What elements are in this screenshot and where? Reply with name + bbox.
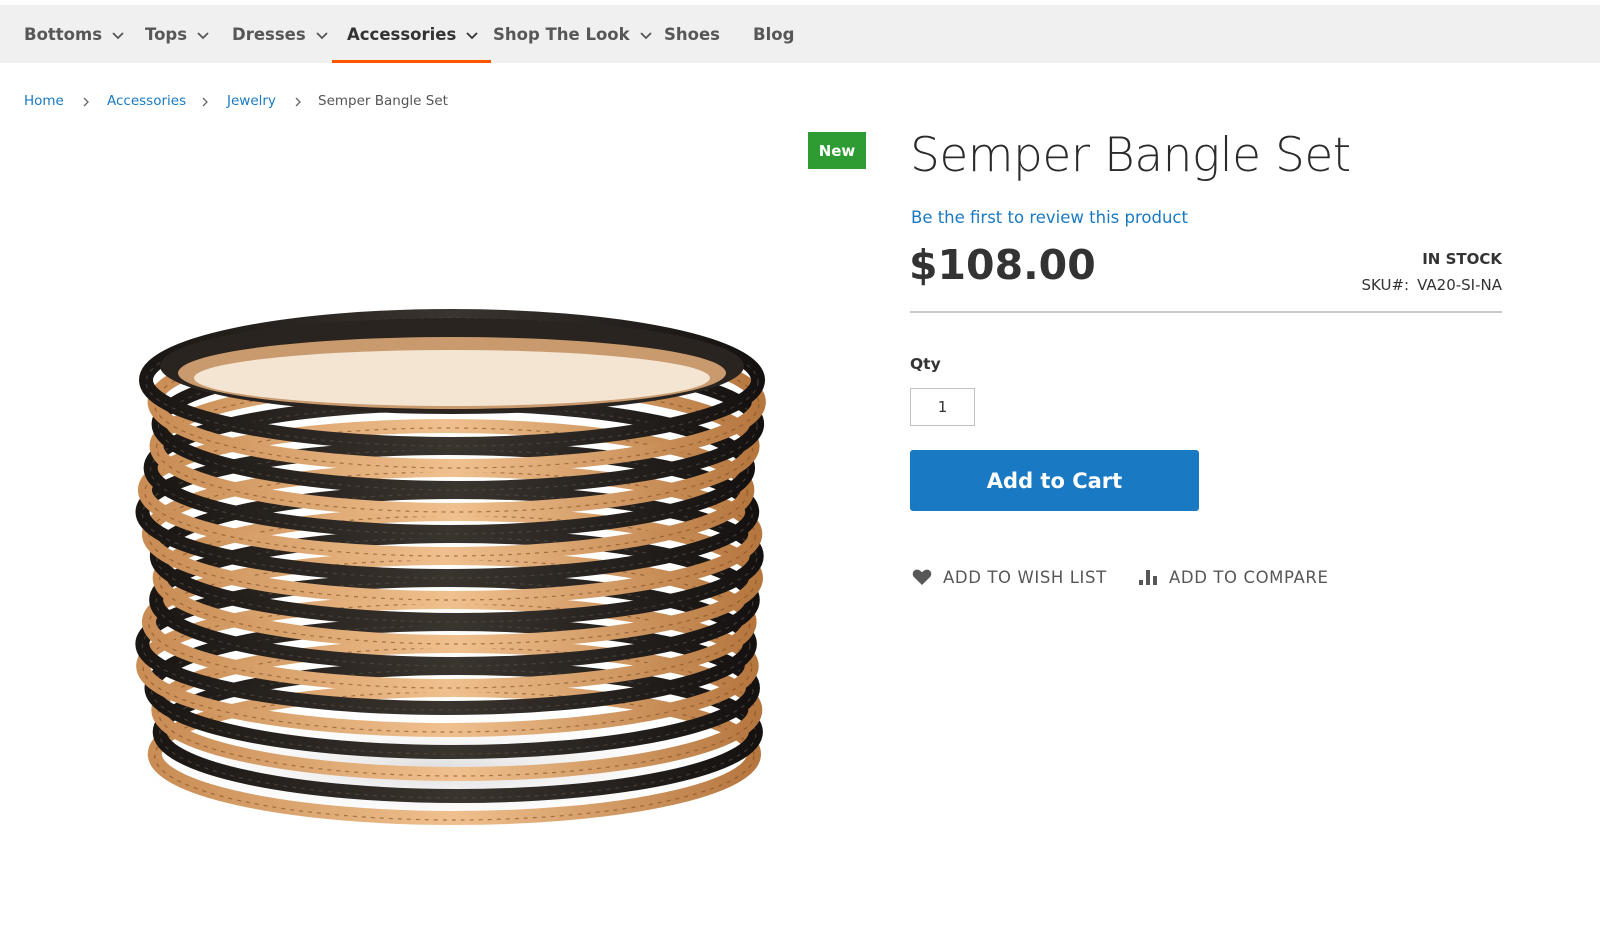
sku-value: VA20-SI-NA	[1417, 276, 1502, 294]
add-to-cart-button[interactable]: Add to Cart	[910, 450, 1199, 511]
heart-icon	[911, 566, 933, 588]
chevron-down-icon	[465, 28, 479, 42]
bar-chart-icon	[1137, 566, 1159, 588]
review-link[interactable]: Be the first to review this product	[911, 208, 1188, 227]
nav-item-label: Blog	[753, 24, 795, 44]
breadcrumb-home[interactable]: Home	[24, 93, 64, 109]
chevron-down-icon	[196, 28, 210, 42]
add-to-wishlist-link[interactable]: ADD TO WISH LIST	[911, 565, 1107, 589]
nav-item-accessories[interactable]: Accessories	[331, 5, 492, 63]
nav-item-label: Dresses	[232, 24, 306, 44]
chevron-down-icon	[111, 28, 125, 42]
nav-item-shop-the-look[interactable]: Shop The Look	[493, 5, 653, 63]
qty-label: Qty	[910, 355, 941, 373]
breadcrumb-jewelry[interactable]: Jewelry	[227, 93, 276, 109]
nav-item-label: Tops	[145, 24, 188, 44]
stock-status: IN STOCK	[1422, 250, 1502, 268]
product-price: $108.00	[909, 241, 1096, 289]
qty-input[interactable]	[910, 388, 975, 426]
chevron-down-icon	[639, 28, 653, 42]
nav-item-tops[interactable]: Tops	[145, 5, 210, 63]
chevron-right-icon	[202, 97, 208, 107]
nav-item-label: Shoes	[664, 24, 720, 44]
bangle-stack-image	[110, 309, 770, 830]
product-image[interactable]	[100, 130, 780, 910]
chevron-right-icon	[295, 97, 301, 107]
breadcrumb-accessories[interactable]: Accessories	[107, 93, 186, 109]
divider	[910, 311, 1502, 313]
main-navigation: Bottoms Tops Dresses Accessories Shop Th…	[0, 5, 1600, 63]
nav-item-shoes[interactable]: Shoes	[664, 5, 720, 63]
sku-label: SKU#:	[1361, 276, 1410, 294]
add-to-compare-link[interactable]: ADD TO COMPARE	[1137, 565, 1328, 589]
nav-item-label: Bottoms	[24, 24, 103, 44]
breadcrumb-current: Semper Bangle Set	[318, 93, 448, 109]
nav-item-blog[interactable]: Blog	[753, 5, 794, 63]
product-sku: SKU#: VA20-SI-NA	[1362, 276, 1502, 294]
new-badge: New	[808, 132, 866, 169]
nav-item-label: Shop The Look	[493, 24, 630, 44]
wishlist-label: ADD TO WISH LIST	[943, 567, 1107, 587]
nav-item-bottoms[interactable]: Bottoms	[24, 5, 125, 63]
nav-item-label: Accessories	[347, 24, 457, 44]
page-title: Semper Bangle Set	[910, 128, 1351, 183]
chevron-right-icon	[83, 97, 89, 107]
nav-item-dresses[interactable]: Dresses	[232, 5, 329, 63]
chevron-down-icon	[315, 28, 329, 42]
compare-label: ADD TO COMPARE	[1169, 567, 1329, 587]
